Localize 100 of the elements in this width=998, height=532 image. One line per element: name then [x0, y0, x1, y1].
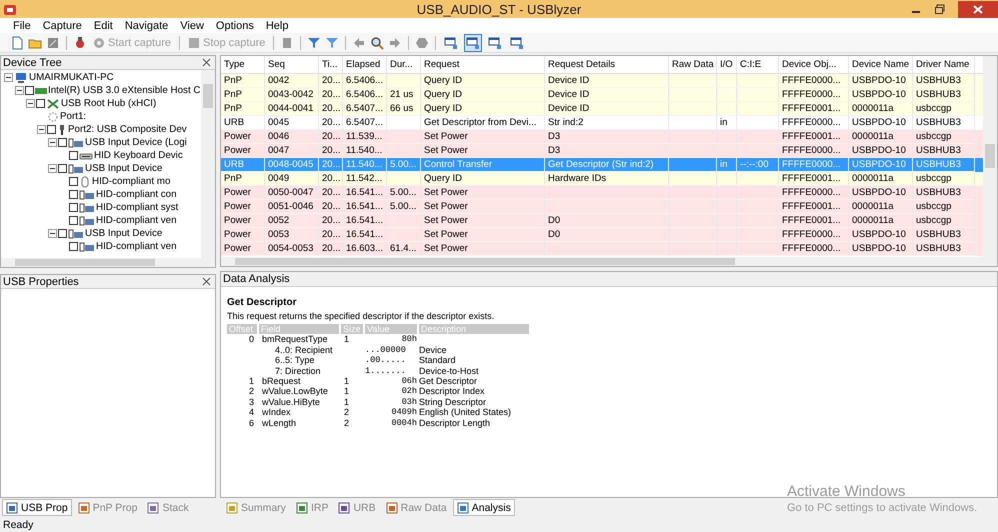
menu-item[interactable]: Capture — [42, 20, 82, 32]
column-header[interactable]: Request — [421, 56, 545, 73]
tree-item[interactable]: UMAIRMUKATI-PC — [29, 72, 114, 83]
window-title: USB_AUDIO_ST - USBlyzer — [416, 2, 582, 16]
vertical-scrollbar[interactable] — [983, 56, 997, 257]
column-header[interactable]: Seq — [265, 56, 319, 73]
tab[interactable]: USB Prop — [2, 499, 72, 516]
tree-item[interactable]: USB Input Device — [85, 228, 162, 239]
device-icon — [79, 214, 95, 226]
tree-item[interactable]: USB Root Hub (xHCI) — [61, 98, 156, 109]
table-cell: 7: Direction — [275, 366, 321, 376]
column-header[interactable]: Driver Name — [913, 56, 975, 73]
table-cell: 0048-0045 — [268, 159, 314, 170]
horizontal-scrollbar[interactable] — [221, 257, 997, 266]
table-row[interactable]: Power 0050-0047 20... 16.541... 5.00... Set Power FFFFE0000... USBPDO-10 USBHUB3 — [221, 186, 983, 200]
horizontal-scrollbar[interactable] — [1, 258, 215, 267]
tree-item[interactable]: HID-compliant ven — [96, 241, 177, 252]
close-icon[interactable] — [202, 277, 211, 286]
table-row[interactable]: PnP 0044-0041 20... 6.5407... 66 us Query ID Device ID FFFFE0001... 0000011a usbccgp — [221, 102, 983, 116]
restore-icon[interactable] — [934, 4, 946, 14]
checkbox[interactable] — [69, 216, 78, 225]
checkbox[interactable] — [58, 164, 67, 173]
tree-item[interactable]: USB Input Device (Logi — [85, 137, 187, 148]
table-cell: 0050-0047 — [268, 187, 314, 198]
table-row[interactable]: PnP 0049 20... 11.542... Query ID Hardware IDs FFFFE0001... 0000011a usbccgp — [221, 172, 983, 186]
menu-item[interactable]: Navigate — [124, 20, 168, 32]
column-header[interactable]: Request Details — [545, 56, 669, 73]
collapse-icon[interactable] — [48, 229, 57, 238]
table-row[interactable]: Power 0051-0046 20... 16.541... 5.00... Set Power FFFFE0001... 0000011a usbccgp — [221, 200, 983, 214]
tree-item[interactable]: Port2: USB Composite Dev — [68, 124, 187, 135]
table-cell: Set Power — [424, 145, 468, 156]
table-row[interactable]: Power 0046 20... 11.539... Set Power D3 FFFFE0001... 0000011a usbccgp — [221, 130, 983, 144]
save-icon[interactable] — [46, 36, 60, 50]
tree-item[interactable]: HID-compliant ven — [96, 215, 177, 226]
table-row[interactable]: Power 0054-0053 20... 16.603... 61.4... Set Power FFFFE0000... USBPDO-10 USBHUB3 — [221, 242, 983, 256]
checkbox[interactable] — [58, 229, 67, 238]
collapse-icon[interactable] — [26, 99, 35, 108]
checkbox[interactable] — [69, 242, 78, 251]
collapse-icon[interactable] — [15, 86, 24, 95]
hexagon-icon[interactable] — [415, 36, 430, 50]
table-cell: USBHUB3 — [916, 145, 961, 156]
checkbox[interactable] — [36, 99, 45, 108]
column-header[interactable]: I/O — [717, 56, 737, 73]
table-cell: 11.540... — [346, 145, 382, 156]
collapse-icon[interactable] — [48, 138, 57, 147]
column-header[interactable]: Elapsed — [343, 56, 387, 73]
menu-item[interactable]: File — [13, 20, 31, 32]
tree-item[interactable]: HID Keyboard Devic — [94, 150, 183, 161]
tree-item[interactable]: HID-compliant con — [96, 189, 177, 200]
menu-item[interactable]: Edit — [94, 20, 113, 32]
filter-icon[interactable] — [307, 36, 322, 50]
table-cell: PnP — [224, 75, 242, 86]
checkbox[interactable] — [69, 177, 78, 186]
table-cell: 6.5407... — [346, 117, 383, 128]
close-icon[interactable] — [202, 58, 211, 67]
menu-item[interactable]: Help — [266, 20, 288, 32]
column-header[interactable]: Ti... — [319, 56, 343, 73]
table-cell: usbccgp — [916, 215, 952, 226]
collapse-icon[interactable] — [4, 73, 13, 82]
vertical-scrollbar[interactable] — [201, 70, 215, 258]
checkbox[interactable] — [25, 86, 34, 95]
table-cell: 20... — [322, 229, 340, 240]
column-header[interactable]: Device Obj... — [779, 56, 849, 73]
checkbox[interactable] — [47, 125, 56, 134]
menu-item[interactable]: View — [180, 20, 204, 32]
search-icon[interactable] — [370, 36, 384, 50]
collapse-icon[interactable] — [37, 125, 46, 134]
table-cell: Device-to-Host — [419, 366, 479, 376]
column-header[interactable]: C:I:E — [737, 56, 779, 73]
table-cell: Query ID — [424, 103, 462, 114]
checkbox[interactable] — [69, 203, 78, 212]
checkbox[interactable] — [69, 151, 78, 160]
new-file-icon[interactable] — [10, 36, 24, 50]
device-icon[interactable] — [73, 36, 87, 50]
tree-item[interactable]: Intel(R) USB 3.0 eXtensible Host C — [48, 85, 200, 96]
collapse-icon[interactable] — [48, 164, 57, 173]
checkbox[interactable] — [69, 190, 78, 199]
column-header[interactable]: Type — [221, 56, 265, 73]
menu-item[interactable]: Options — [216, 20, 254, 32]
table-row[interactable]: PnP 0043-0042 20... 6.5406... 21 us Query ID Device ID FFFFE0000... USBPDO-10 USBHUB3 — [221, 88, 983, 102]
tree-item[interactable]: Port1: — [60, 111, 86, 122]
computer-icon — [14, 72, 28, 84]
column-header[interactable]: Device Name — [849, 56, 913, 73]
table-row[interactable]: Power 0047 20... 11.540... Set Power D3 FFFFE0000... USBPDO-10 USBHUB3 — [221, 144, 983, 158]
table-cell: Power — [224, 201, 251, 212]
close-icon[interactable] — [958, 0, 998, 18]
table-row[interactable]: PnP 0042 20... 6.5406... Query ID Device ID FFFFE0000... USBPDO-10 USBHUB3 — [221, 74, 983, 88]
column-header[interactable]: Dur... — [387, 56, 421, 73]
table-cell: 61.4... — [390, 243, 416, 254]
tree-item[interactable]: HID-compliant mo — [92, 176, 170, 187]
tree-item[interactable]: HID-compliant syst — [96, 202, 178, 213]
checkbox[interactable] — [58, 138, 67, 147]
column-header[interactable]: Raw Data — [669, 56, 717, 73]
table-row[interactable]: Power 0052 20... 16.541... Set Power D0 FFFFE0001... 0000011a usbccgp — [221, 214, 983, 228]
tab[interactable]: Analysis — [452, 499, 515, 516]
filter-icon[interactable] — [325, 36, 340, 50]
tree-item[interactable]: USB Input Device — [85, 163, 162, 174]
window-layout-button[interactable] — [464, 34, 482, 52]
table-row[interactable]: Power 0053 20... 16.541... Set Power D0 FFFFE0000... USBPDO-10 USBHUB3 — [221, 228, 983, 242]
table-cell: Power — [224, 145, 251, 156]
